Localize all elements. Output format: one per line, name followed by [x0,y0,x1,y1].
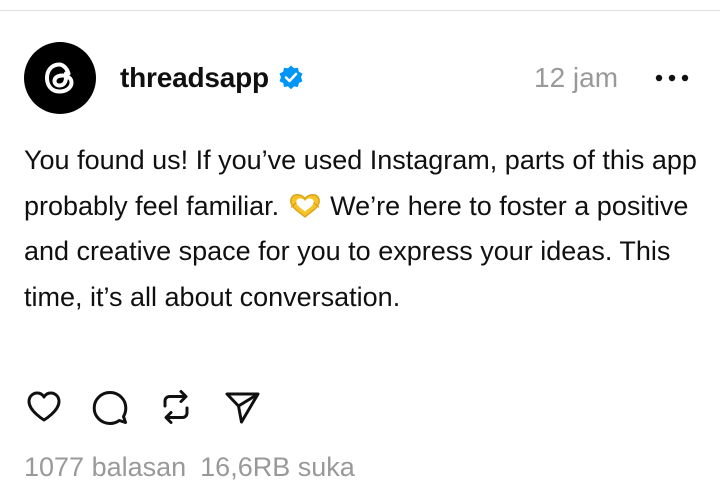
reply-button[interactable] [88,385,132,429]
post-timestamp: 12 jam [534,62,619,93]
verified-badge-icon [277,64,305,92]
post-body: You found us! If you’ve used Instagram, … [24,138,704,320]
thread-post: threadsapp 12 jam You found us! If you’v… [0,0,720,482]
repost-icon [163,390,189,424]
share-button[interactable] [220,385,264,429]
send-icon [225,392,260,424]
like-button[interactable] [22,385,66,429]
avatar[interactable] [24,42,96,114]
post-header: threadsapp [120,58,305,98]
post-stats: 1077 balasan 16,6RB suka [24,452,369,482]
comment-icon [92,391,128,425]
heart-hands-emoji [287,188,323,218]
username[interactable]: threadsapp [120,58,269,98]
post-actions [22,385,286,429]
more-options-button[interactable] [652,58,692,98]
threads-logo-icon [45,62,74,94]
more-options-icon [655,74,689,82]
reply-count[interactable]: 1077 balasan [24,452,186,482]
repost-button[interactable] [154,385,198,429]
like-count[interactable]: 16,6RB suka [200,452,355,482]
heart-icon [27,391,61,422]
